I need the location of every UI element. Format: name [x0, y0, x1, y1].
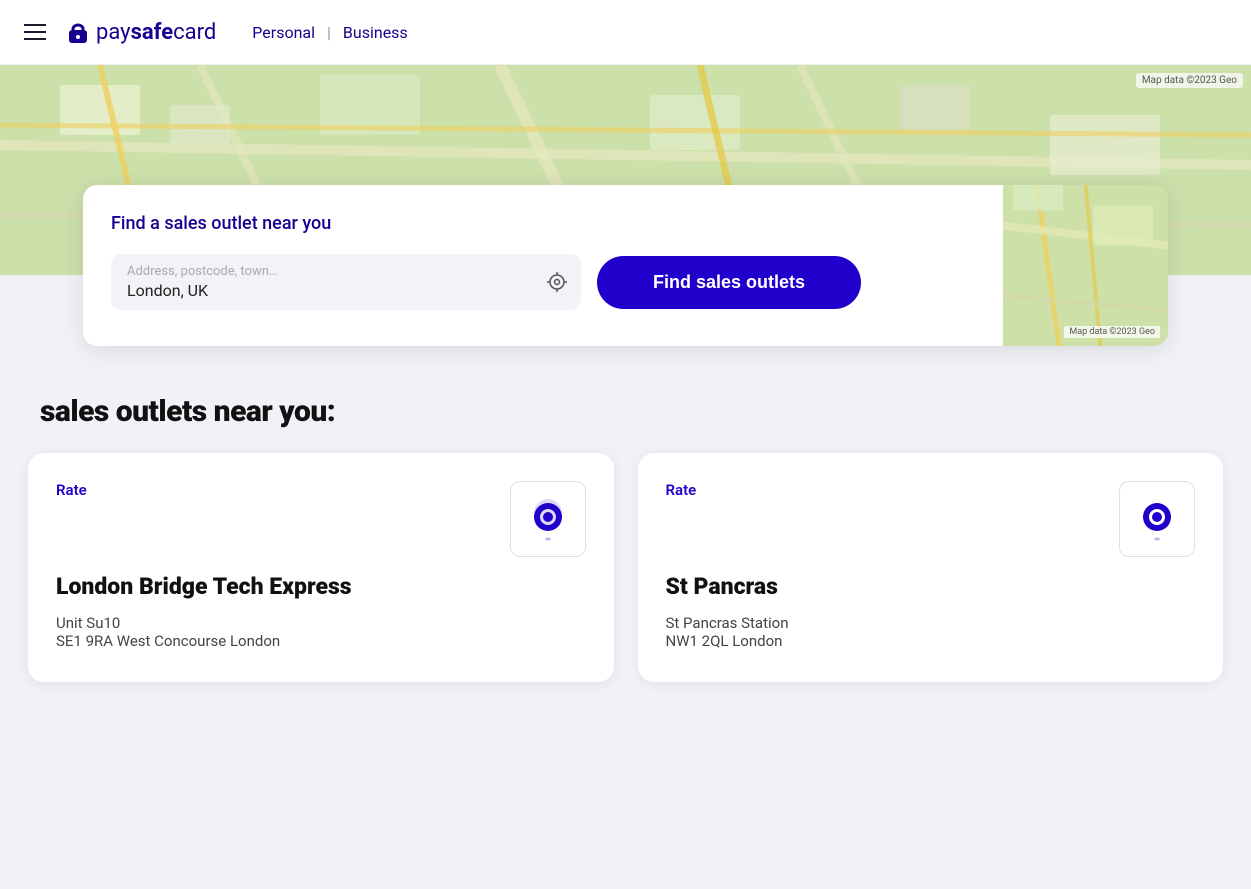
outlet-1-address: Unit Su10 SE1 9RA West Concourse London	[56, 614, 586, 650]
outlet-pin-icon	[526, 497, 570, 541]
search-placeholder: Address, postcode, town…	[127, 264, 533, 279]
crosshair-icon	[545, 270, 569, 294]
logo[interactable]: paysafecard	[64, 18, 216, 46]
outlet-1-address-line2: SE1 9RA West Concourse London	[56, 632, 586, 650]
search-value: London, UK	[127, 281, 533, 300]
card-1-rate: Rate	[56, 481, 87, 499]
find-outlets-button[interactable]: Find sales outlets	[597, 256, 861, 309]
search-panel: Map data ©2023 Geo Find a sales outlet n…	[83, 185, 1168, 346]
card-1-top: Rate	[56, 481, 586, 557]
map-attribution: Map data ©2023 Geo	[1136, 73, 1243, 88]
search-input-wrapper: Address, postcode, town… London, UK	[111, 254, 581, 310]
nav-personal[interactable]: Personal	[244, 23, 323, 42]
location-button[interactable]	[545, 270, 569, 294]
logo-text: paysafecard	[96, 20, 216, 45]
search-input-container[interactable]: Address, postcode, town… London, UK	[111, 254, 581, 310]
card-2-top: Rate	[666, 481, 1196, 557]
outlet-card-2: Rate St Pancras St Pancras Station NW1 2…	[638, 453, 1224, 682]
card-2-rate: Rate	[666, 481, 697, 499]
find-label: Find a sales outlet near you	[111, 213, 1136, 234]
section-title: sales outlets near you:	[40, 394, 1211, 429]
search-row: Address, postcode, town… London, UK	[111, 254, 1011, 310]
logo-icon	[64, 18, 92, 46]
outlet-2-address: St Pancras Station NW1 2QL London	[666, 614, 1196, 650]
card-2-icon-box	[1119, 481, 1195, 557]
main-nav: Personal | Business	[244, 23, 415, 42]
outlet-2-address-line2: NW1 2QL London	[666, 632, 1196, 650]
results-section: sales outlets near you:	[0, 346, 1251, 453]
map-peek: Map data ©2023 Geo	[1003, 185, 1168, 346]
outlet-card-1: Rate London Bridge Tech Express	[28, 453, 614, 682]
card-1-icon-box	[510, 481, 586, 557]
hamburger-menu[interactable]	[24, 24, 46, 40]
map-peek-attribution: Map data ©2023 Geo	[1064, 326, 1160, 338]
outlet-pin-icon-2	[1135, 497, 1179, 541]
nav-business[interactable]: Business	[335, 23, 416, 42]
outlet-1-name: London Bridge Tech Express	[56, 573, 586, 602]
outlet-2-address-line1: St Pancras Station	[666, 614, 1196, 632]
nav-divider: |	[327, 23, 331, 42]
site-header: paysafecard Personal | Business	[0, 0, 1251, 65]
outlet-cards: Rate London Bridge Tech Express	[0, 453, 1251, 722]
outlet-1-address-line1: Unit Su10	[56, 614, 586, 632]
outlet-2-name: St Pancras	[666, 573, 1196, 602]
